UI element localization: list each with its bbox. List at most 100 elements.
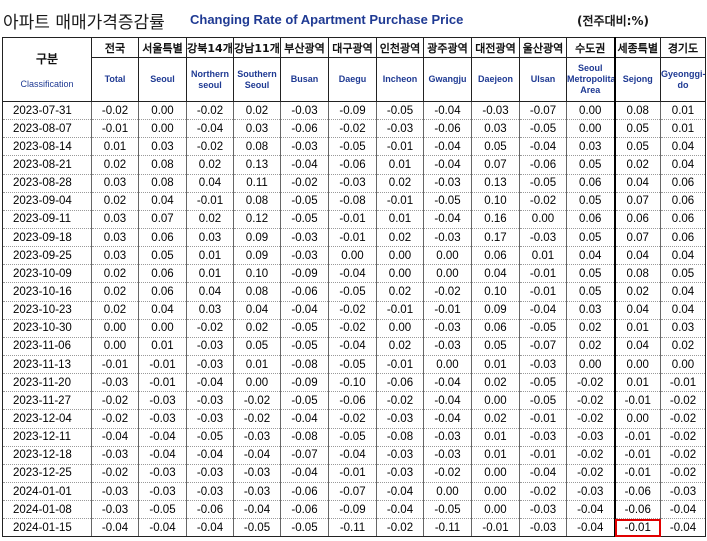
value-cell: -0.03 — [376, 446, 424, 465]
header-row-english: Total Seoul Northern seoul Southern Seoul Bu… — [3, 57, 706, 102]
value-cell: -0.01 — [186, 192, 234, 211]
row-date: 2023-10-30 — [2, 319, 92, 338]
value-cell: -0.05 — [519, 319, 567, 338]
value-cell: 0.01 — [660, 101, 706, 121]
value-cell: -0.01 — [328, 464, 377, 483]
value-cell: -0.04 — [566, 500, 615, 520]
value-cell: -0.07 — [519, 101, 567, 121]
value-cell: -0.05 — [280, 391, 329, 411]
value-cell: 0.07 — [138, 210, 187, 229]
value-cell: 0.00 — [660, 355, 706, 375]
value-cell: -0.03 — [186, 482, 234, 502]
value-cell: 0.02 — [376, 282, 424, 302]
value-cell: -0.05 — [328, 137, 377, 157]
value-cell: -0.05 — [519, 174, 567, 193]
value-cell: 0.04 — [471, 264, 520, 284]
value-cell: -0.01 — [613, 428, 661, 447]
value-cell: 0.02 — [376, 174, 424, 193]
value-cell: -0.01 — [376, 301, 424, 320]
value-cell: -0.01 — [471, 518, 520, 538]
value-cell: -0.04 — [376, 482, 424, 502]
value-cell: 0.02 — [566, 319, 615, 338]
value-cell: -0.03 — [280, 246, 329, 266]
value-cell: 0.00 — [471, 391, 520, 411]
value-cell: -0.03 — [233, 482, 281, 502]
value-cell: -0.05 — [280, 210, 329, 229]
value-cell: 0.17 — [471, 228, 520, 248]
value-cell: -0.04 — [376, 500, 424, 520]
value-cell: -0.03 — [471, 101, 520, 121]
column-header-korean: 수도권 — [566, 37, 615, 58]
table-row: 2023-11-13 -0.01 -0.01 -0.03 0.01 -0.08 -0.05-… — [2, 355, 706, 375]
value-cell: -0.03 — [519, 355, 567, 375]
value-cell: -0.03 — [423, 228, 472, 248]
value-cell: 0.06 — [660, 174, 706, 193]
value-cell: -0.02 — [91, 409, 139, 429]
value-cell: -0.04 — [138, 428, 187, 447]
value-cell: 0.13 — [471, 174, 520, 193]
value-cell: -0.01 — [519, 282, 567, 302]
row-date: 2023-08-14 — [2, 137, 92, 157]
value-cell: 0.01 — [613, 319, 661, 338]
value-cell: -0.03 — [186, 391, 234, 411]
value-cell: 0.09 — [233, 246, 281, 266]
value-cell: 0.07 — [471, 155, 520, 175]
value-cell: 0.02 — [91, 155, 139, 175]
row-date: 2023-12-25 — [2, 464, 92, 483]
row-date: 2023-10-16 — [2, 282, 92, 302]
row-date: 2023-12-04 — [2, 409, 92, 429]
value-cell: -0.06 — [613, 482, 661, 502]
value-cell: 0.00 — [613, 409, 661, 429]
value-cell: -0.01 — [613, 464, 661, 483]
value-cell: 0.00 — [91, 337, 139, 356]
value-cell: -0.06 — [186, 500, 234, 520]
value-cell: -0.03 — [328, 174, 377, 193]
value-cell: 0.03 — [566, 137, 615, 157]
value-cell: 0.05 — [138, 246, 187, 266]
value-cell: 0.06 — [566, 174, 615, 193]
value-cell: -0.03 — [566, 482, 615, 502]
value-cell: -0.05 — [519, 391, 567, 411]
value-cell: -0.03 — [423, 337, 472, 356]
column-header-english: Daejeon — [471, 57, 520, 102]
value-cell: -0.05 — [328, 355, 377, 375]
value-cell: 0.00 — [613, 355, 661, 375]
value-cell: 0.04 — [186, 174, 234, 193]
value-cell: 0.01 — [138, 337, 187, 356]
value-cell: -0.11 — [423, 518, 472, 538]
value-cell: 0.04 — [613, 174, 661, 193]
value-cell: 0.05 — [233, 337, 281, 356]
value-cell: -0.04 — [91, 518, 139, 538]
value-cell: -0.01 — [138, 373, 187, 393]
value-cell: 0.02 — [91, 264, 139, 284]
value-cell: -0.02 — [423, 464, 472, 483]
table-body: 2023-07-31 -0.02 0.00 -0.02 0.02 -0.03 -0.09 -0… — [2, 101, 706, 538]
value-cell: -0.04 — [91, 428, 139, 447]
row-date: 2023-11-13 — [2, 355, 92, 375]
value-cell: -0.02 — [280, 174, 329, 193]
value-cell: -0.04 — [423, 210, 472, 229]
column-header-korean: 대구광역 — [328, 37, 377, 58]
value-cell: -0.03 — [519, 228, 567, 248]
value-cell: -0.03 — [233, 464, 281, 483]
column-header-korean: 강남11개 — [233, 37, 281, 58]
value-cell: -0.03 — [376, 409, 424, 429]
value-cell: -0.01 — [376, 355, 424, 375]
value-cell: 0.10 — [233, 264, 281, 284]
table-row: 2023-11-27 -0.02 -0.03 -0.03 -0.02 -0.05 -0.06… — [2, 391, 706, 411]
value-cell: 0.02 — [660, 337, 706, 356]
value-cell: -0.02 — [423, 282, 472, 302]
value-cell: 0.06 — [471, 246, 520, 266]
value-cell: 0.01 — [186, 246, 234, 266]
value-cell: -0.03 — [186, 464, 234, 483]
value-cell: 0.03 — [186, 228, 234, 248]
value-cell: -0.02 — [328, 409, 377, 429]
value-cell: -0.04 — [660, 500, 706, 520]
value-cell: -0.02 — [233, 391, 281, 411]
column-header-english: Seoul — [138, 57, 187, 102]
table-row: 2023-10-16 0.02 0.06 0.04 0.08 -0.06 -0.05 0.02… — [2, 282, 706, 302]
value-cell: 0.04 — [660, 301, 706, 320]
value-cell: 0.04 — [660, 137, 706, 157]
value-cell: 0.08 — [613, 264, 661, 284]
value-cell: 0.00 — [376, 264, 424, 284]
